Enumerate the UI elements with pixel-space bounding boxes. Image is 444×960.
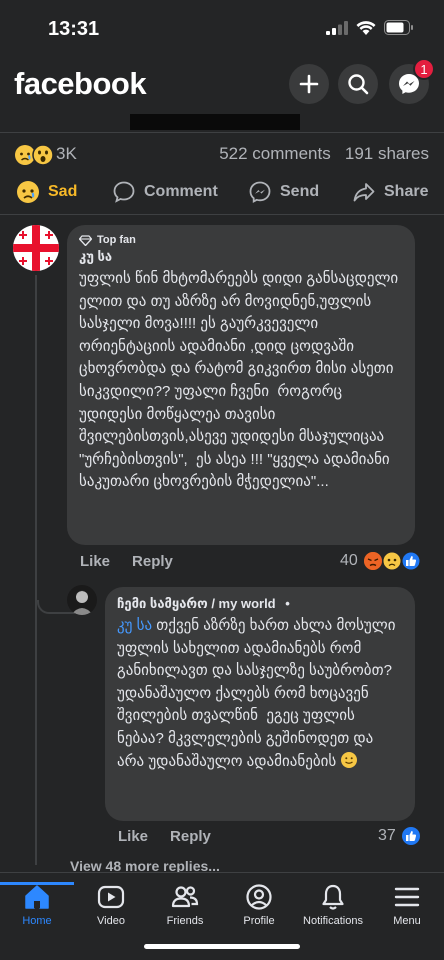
- commenter-name[interactable]: კუ სა: [79, 249, 403, 265]
- bell-icon: [322, 884, 344, 910]
- share-icon: [353, 183, 375, 202]
- battery-icon: [384, 20, 413, 35]
- georgian-flag-avatar: [13, 225, 59, 271]
- reply-bubble[interactable]: ჩემი სამყარო / my world • კუ სა თქვენ აზ…: [105, 587, 415, 821]
- profile-icon: [246, 884, 272, 910]
- commenter-avatar[interactable]: [13, 225, 59, 271]
- smile-emoji-icon: [341, 751, 358, 768]
- friends-icon: [171, 886, 199, 908]
- search-button[interactable]: [338, 64, 378, 104]
- reply-avatar[interactable]: [67, 585, 97, 615]
- status-icons: [326, 20, 414, 35]
- reply-reactions[interactable]: 37: [378, 826, 421, 846]
- messenger-send-icon: [249, 181, 271, 204]
- reply-reaction-count: 37: [378, 827, 396, 844]
- separator-dot: •: [285, 596, 290, 611]
- reply-text: კუ სა თქვენ აზრზე ხართ ახლა მოსული უფლის…: [117, 615, 403, 773]
- app-header: facebook 1: [0, 58, 444, 114]
- nav-profile[interactable]: Profile: [222, 883, 296, 927]
- wow-reaction-icon: [32, 144, 54, 166]
- sad-label: Sad: [48, 183, 78, 200]
- comment-reactions[interactable]: 40: [340, 551, 421, 571]
- shares-count[interactable]: 191 shares: [345, 144, 429, 163]
- post-image-strip: [130, 114, 300, 130]
- comment-label: Comment: [144, 183, 218, 200]
- status-time: 13:31: [48, 18, 100, 40]
- post-action-bar: Sad Comment Send Share: [0, 174, 444, 214]
- comment-bubble[interactable]: Top fan კუ სა უფლის წინ მხტომარეებს დიდი…: [67, 225, 415, 545]
- notification-badge: 1: [413, 58, 435, 80]
- nav-home[interactable]: Home: [0, 882, 74, 927]
- sad-emoji-icon: [17, 181, 39, 203]
- signal-icon: [326, 20, 348, 35]
- nav-menu-label: Menu: [393, 915, 421, 927]
- divider: [0, 214, 444, 215]
- messenger-button[interactable]: 1: [389, 58, 435, 104]
- reaction-summary: 3K 522 comments 191 shares: [0, 132, 444, 174]
- comment-icon: [113, 181, 135, 203]
- video-icon: [97, 885, 125, 909]
- search-icon: [348, 74, 369, 95]
- hamburger-menu-icon: [394, 887, 420, 907]
- nav-notifications[interactable]: Notifications: [296, 883, 370, 927]
- top-fan-label: Top fan: [97, 234, 136, 246]
- diamond-icon: [79, 234, 92, 246]
- reply-body: თქვენ აზრზე ხართ ახლა მოსული უფლის სახელ…: [117, 617, 400, 770]
- profile-photo-avatar: [67, 585, 97, 615]
- reaction-icons[interactable]: [14, 144, 54, 166]
- nav-profile-label: Profile: [243, 915, 275, 927]
- reply-author-row: ჩემი სამყარო / my world •: [117, 596, 403, 612]
- facebook-logo[interactable]: facebook: [14, 66, 147, 102]
- sad-reaction-icon: [382, 551, 402, 571]
- comment-meta: Like Reply: [80, 553, 173, 570]
- active-tab-indicator: [0, 882, 74, 885]
- reply-author-name[interactable]: ჩემი სამყარო / my world: [117, 596, 276, 611]
- comment-text: უფლის წინ მხტომარეებს დიდი განსაცდელი ელ…: [79, 270, 403, 491]
- comment-button[interactable]: Comment: [112, 180, 218, 204]
- mention-link[interactable]: კუ სა: [117, 617, 152, 634]
- nav-notifications-label: Notifications: [303, 915, 363, 927]
- create-button[interactable]: [289, 64, 329, 104]
- home-icon: [25, 885, 49, 909]
- comment-reaction-count: 40: [340, 552, 358, 569]
- share-label: Share: [384, 183, 429, 200]
- wifi-icon: [356, 21, 376, 35]
- sad-button[interactable]: Sad: [16, 180, 77, 204]
- home-indicator[interactable]: [144, 944, 300, 949]
- like-reaction-icon: [401, 827, 420, 845]
- nav-menu[interactable]: Menu: [370, 883, 444, 927]
- send-button[interactable]: Send: [248, 180, 319, 204]
- angry-reaction-icon: [363, 552, 382, 570]
- reply-button[interactable]: Reply: [132, 553, 173, 570]
- nav-video[interactable]: Video: [74, 883, 148, 927]
- reply-reply-button[interactable]: Reply: [170, 828, 211, 845]
- reply-meta: Like Reply: [118, 828, 211, 845]
- reaction-count[interactable]: 3K: [56, 144, 77, 164]
- post-image-bottom: [0, 114, 444, 132]
- plus-icon: [299, 74, 319, 94]
- top-fan-badge: Top fan: [79, 234, 403, 246]
- nav-home-label: Home: [22, 915, 52, 927]
- like-reaction-icon: [401, 551, 421, 571]
- nav-friends-label: Friends: [166, 915, 204, 927]
- comments-count[interactable]: 522 comments: [219, 144, 331, 163]
- share-button[interactable]: Share: [352, 180, 428, 204]
- comments-shares-count: 522 comments 191 shares: [219, 144, 429, 164]
- reply-like-button[interactable]: Like: [118, 828, 148, 845]
- like-button[interactable]: Like: [80, 553, 110, 570]
- nav-video-label: Video: [97, 915, 125, 927]
- status-bar: 13:31: [0, 0, 444, 58]
- nav-friends[interactable]: Friends: [148, 883, 222, 927]
- send-label: Send: [280, 183, 320, 200]
- thread-line: [35, 275, 37, 865]
